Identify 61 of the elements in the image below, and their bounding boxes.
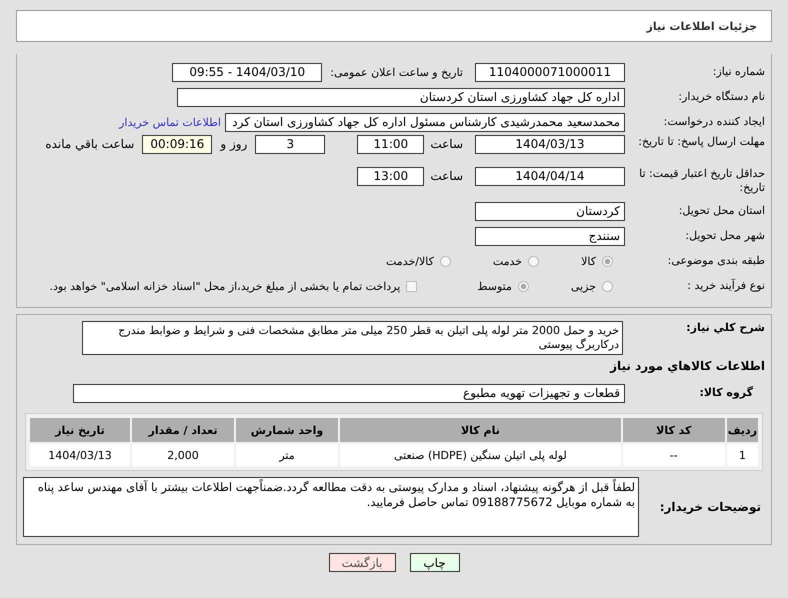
buyer-notes-box: لطفاً قبل از هرگونه پیشنهاد، اسناد و مدارک پیوستی به دقت مطالعه گردد.ضمناًجهت اطلاعات بیشتر با آقای مهندس ساعد پناه به شماره موبایل 09188775672 تماس حاصل فرمایید.: [23, 477, 639, 537]
field-label: ساعت: [430, 136, 463, 153]
field-label: گروه کالا:: [698, 386, 754, 400]
field-label: شماره نیاز:: [712, 65, 765, 79]
field-label: نوع فرآیند خرید :: [686, 279, 765, 293]
column-header: ردیف: [726, 417, 759, 443]
field-label: توضیحات خریدار:: [658, 500, 762, 514]
field-label: تاریخ و ساعت اعلان عمومی:: [330, 66, 463, 78]
column-header: تعداد / مقدار: [131, 417, 235, 443]
column-header: تاریخ نیاز: [29, 417, 131, 443]
radio-label: کالا/خدمت: [386, 254, 434, 268]
table-cell: 1404/03/13: [29, 443, 131, 467]
column-header: واحد شمارش: [235, 417, 339, 443]
field-label: حداقل تاریخ اعتبار قیمت: تا تاریخ:: [638, 167, 765, 195]
radio-label: متوسط: [477, 280, 512, 292]
goods-group-field: قطعات و تجهیزات تهویه مطبوع: [73, 384, 625, 402]
table-cell: 2,000: [131, 443, 235, 467]
field-label: طبقه بندی موضوعی:: [666, 254, 765, 268]
radio-label: جزیی: [570, 280, 596, 292]
field-label: استان محل تحویل:: [678, 204, 765, 218]
field-label: نام دستگاه خریدار:: [677, 90, 765, 104]
table-cell: 1: [726, 443, 759, 467]
table-cell: لوله پلی اتیلن سنگین (HDPE) صنعتی: [339, 443, 622, 467]
creator-field: محمدسعید محمدرشیدی کارشناس مسئول اداره کل جهاد کشاورزی استان کرد: [225, 112, 625, 132]
city-field: سنندج: [475, 226, 625, 246]
days-field: 3: [255, 135, 326, 154]
need-number-field: 1104000071000011: [475, 62, 625, 82]
back-button[interactable]: بازگشت: [328, 553, 396, 572]
section-title: اطلاعات کالاهاي مورد نیاز: [608, 359, 765, 373]
radio-label: کالا: [581, 254, 596, 268]
remaining-time-field: 00:09:16: [142, 135, 212, 154]
print-button[interactable]: چاپ: [410, 553, 460, 572]
validity-date-field: 1404/04/14: [475, 167, 625, 186]
column-header: نام کالا: [339, 417, 622, 443]
field-label: ایجاد کننده درخواست:: [662, 115, 765, 129]
checkbox-label: پرداخت تمام یا بخشی از مبلغ خرید،از محل "اسناد خزانه اسلامی" خواهد بود.: [50, 280, 400, 292]
page-title: جزئیات اطلاعات نیاز: [646, 20, 757, 32]
province-field: کردستان: [475, 202, 625, 220]
deadline-time-field: 11:00: [357, 135, 424, 154]
buyer-field: اداره کل جهاد کشاورزی استان کردستان: [177, 88, 625, 106]
field-label: مهلت ارسال پاسخ: تا تاریخ:: [637, 135, 765, 149]
announce-date-field: 1404/03/10 - 09:55: [172, 62, 322, 82]
buyer-contact-link[interactable]: اطلاعات تماس خریدار: [119, 116, 221, 128]
field-label: روز و: [220, 136, 248, 153]
table-cell: متر: [235, 443, 339, 467]
validity-time-field: 13:00: [357, 167, 424, 186]
checkbox[interactable]: [406, 280, 418, 292]
column-header: کد کالا: [622, 417, 726, 443]
table-cell: --: [622, 443, 726, 467]
radio-label: خدمت: [492, 254, 522, 268]
radio-button[interactable]: [602, 280, 613, 292]
radio-button[interactable]: [528, 256, 540, 266]
radio-button[interactable]: [602, 256, 613, 266]
radio-button[interactable]: [518, 280, 529, 292]
field-label: ساعت باقي مانده: [45, 136, 134, 153]
field-label: شهر محل تحویل:: [684, 229, 765, 243]
deadline-date-field: 1404/03/13: [475, 135, 625, 154]
field-label: ساعت: [430, 168, 463, 185]
field-label: شرح کلي نیاز:: [685, 321, 765, 335]
radio-button[interactable]: [440, 256, 451, 266]
description-box: خرید و حمل 2000 متر لوله پلی اتیلن به قطر 250 میلی متر مطابق مشخصات فنی و شرایط و ضوابط مندرج درکاربرگ پیوستی: [82, 321, 623, 355]
